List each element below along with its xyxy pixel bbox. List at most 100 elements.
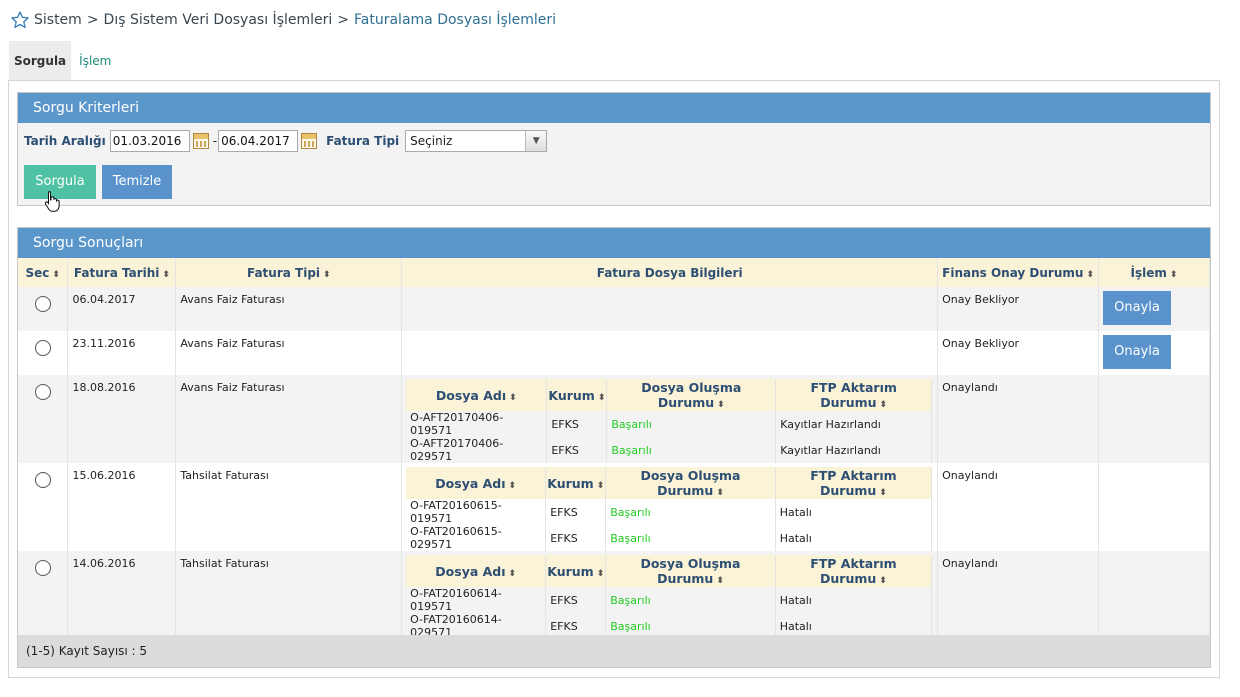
row-select-radio[interactable] xyxy=(34,384,51,400)
date-separator: - xyxy=(212,134,218,148)
file-row: O-AFT20170406-029571 EFKS Başarılı Kayıt… xyxy=(406,437,933,463)
file-row: O-FAT20160614-019571 EFKS Başarılı Hatal… xyxy=(406,587,933,613)
breadcrumb-separator: > xyxy=(86,12,99,28)
file-name: O-FAT20160614-019571 xyxy=(406,587,547,613)
sort-icon: ⬍ xyxy=(52,269,60,280)
sub-header-ftp[interactable]: FTP Aktarım Durumu ⬍ xyxy=(775,555,933,587)
col-header-dosya-bilgileri: Fatura Dosya Bilgileri xyxy=(401,258,939,287)
sort-icon: ⬍ xyxy=(879,488,887,498)
sub-header-olusma[interactable]: Dosya Oluşma Durumu ⬍ xyxy=(605,467,776,499)
file-ftp-status: Kayıtlar Hazırlandı xyxy=(775,411,933,437)
approval-status: Onaylandı xyxy=(937,551,1099,639)
star-icon[interactable] xyxy=(10,10,30,30)
sub-header-olusma[interactable]: Dosya Oluşma Durumu ⬍ xyxy=(606,379,777,411)
invoice-type: Tahsilat Faturası xyxy=(175,551,403,639)
invoice-type: Avans Faiz Faturası xyxy=(175,287,403,331)
sort-icon: ⬍ xyxy=(162,269,170,280)
sort-icon: ⬍ xyxy=(1086,269,1094,280)
invoice-type-label: Fatura Tipi xyxy=(326,134,400,148)
table-row: 14.06.2016 Tahsilat Faturası Dosya Adı ⬍ … xyxy=(18,551,1210,639)
file-create-status: Başarılı xyxy=(605,525,776,551)
action-cell xyxy=(1098,463,1210,551)
sort-icon: ⬍ xyxy=(596,480,605,491)
row-select-radio[interactable] xyxy=(34,560,51,576)
row-select-radio[interactable] xyxy=(34,296,51,312)
col-header-finans-onay[interactable]: Finans Onay Durumu ⬍ xyxy=(937,258,1099,287)
results-table: Sec ⬍ Fatura Tarihi ⬍ Fatura Tipi ⬍ Fatura … xyxy=(18,258,1210,639)
sub-header-kurum[interactable]: Kurum ⬍ xyxy=(545,467,607,499)
file-name: O-AFT20170406-019571 xyxy=(406,411,548,437)
approve-button[interactable]: Onayla xyxy=(1103,335,1171,369)
sub-header-dosya-adi[interactable]: Dosya Adı ⬍ xyxy=(406,555,547,587)
date-from-input[interactable]: 01.03.2016 xyxy=(109,130,190,152)
sub-header-ftp[interactable]: FTP Aktarım Durumu ⬍ xyxy=(775,379,933,411)
breadcrumb-item-dis-sistem[interactable]: Dış Sistem Veri Dosyası İşlemleri xyxy=(104,12,333,28)
file-ftp-status: Kayıtlar Hazırlandı xyxy=(775,437,933,463)
breadcrumb: Sistem > Dış Sistem Veri Dosyası İşlemle… xyxy=(10,10,556,30)
results-header-row: Sec ⬍ Fatura Tarihi ⬍ Fatura Tipi ⬍ Fatura … xyxy=(18,258,1210,287)
sub-header-kurum[interactable]: Kurum ⬍ xyxy=(545,555,607,587)
file-ftp-status: Hatalı xyxy=(775,587,933,613)
sub-header-kurum[interactable]: Kurum ⬍ xyxy=(546,379,608,411)
col-header-fatura-tarihi[interactable]: Fatura Tarihi ⬍ xyxy=(67,258,177,287)
col-header-islem[interactable]: İşlem ⬍ xyxy=(1098,258,1210,287)
invoice-date: 23.11.2016 xyxy=(67,331,177,375)
sort-icon: ⬍ xyxy=(717,400,725,410)
breadcrumb-separator: > xyxy=(337,12,350,28)
approval-status: Onay Bekliyor xyxy=(937,331,1099,375)
approval-status: Onaylandı xyxy=(937,375,1099,463)
sub-header-olusma[interactable]: Dosya Oluşma Durumu ⬍ xyxy=(605,555,776,587)
hand-cursor-icon xyxy=(44,191,60,212)
sub-header-ftp[interactable]: FTP Aktarım Durumu ⬍ xyxy=(775,467,933,499)
sort-icon: ⬍ xyxy=(509,392,517,403)
file-subtable: Dosya Adı ⬍ Kurum ⬍ Dosya Oluşma Durumu ⬍ F… xyxy=(406,555,933,639)
table-row: 23.11.2016 Avans Faiz Faturası Onay Bekl… xyxy=(18,331,1210,375)
file-ftp-status: Hatalı xyxy=(775,499,933,525)
sort-icon: ⬍ xyxy=(323,269,331,280)
table-row: 15.06.2016 Tahsilat Faturası Dosya Adı ⬍ … xyxy=(18,463,1210,551)
chevron-down-icon[interactable]: ▼ xyxy=(525,131,547,151)
row-select-radio[interactable] xyxy=(34,472,51,488)
clear-button[interactable]: Temizle xyxy=(102,165,172,199)
invoice-date: 18.08.2016 xyxy=(67,375,177,463)
invoice-type: Avans Faiz Faturası xyxy=(175,331,403,375)
invoice-type-select[interactable]: Seçiniz ▼ xyxy=(405,130,548,152)
approval-status: Onaylandı xyxy=(937,463,1099,551)
invoice-type-value: Seçiniz xyxy=(410,134,453,148)
sort-icon: ⬍ xyxy=(597,392,606,403)
file-org: EFKS xyxy=(546,437,608,463)
tab-bar: Sorgula İşlem xyxy=(9,41,116,81)
sort-icon: ⬍ xyxy=(879,400,888,410)
tab-sorgula[interactable]: Sorgula xyxy=(9,41,72,81)
sort-icon: ⬍ xyxy=(508,568,517,579)
calendar-icon[interactable] xyxy=(192,133,209,149)
file-create-status: Başarılı xyxy=(605,587,776,613)
invoice-type: Avans Faiz Faturası xyxy=(175,375,403,463)
file-org: EFKS xyxy=(546,411,608,437)
approve-button[interactable]: Onayla xyxy=(1103,291,1171,325)
tab-islem[interactable]: İşlem xyxy=(71,41,116,81)
file-create-status: Başarılı xyxy=(605,499,776,525)
file-org: EFKS xyxy=(545,499,607,525)
file-org: EFKS xyxy=(545,587,607,613)
col-header-fatura-tipi[interactable]: Fatura Tipi ⬍ xyxy=(175,258,403,287)
sub-header-dosya-adi[interactable]: Dosya Adı ⬍ xyxy=(406,379,548,411)
file-create-status: Başarılı xyxy=(606,411,777,437)
approval-status: Onay Bekliyor xyxy=(937,287,1099,331)
file-info-cell xyxy=(401,331,939,375)
row-select-radio[interactable] xyxy=(34,340,51,356)
invoice-date: 14.06.2016 xyxy=(67,551,177,639)
file-info-cell xyxy=(401,287,939,331)
breadcrumb-item-sistem[interactable]: Sistem xyxy=(34,12,82,28)
date-to-input[interactable]: 06.04.2017 xyxy=(218,130,299,152)
col-header-sec[interactable]: Sec ⬍ xyxy=(18,258,69,287)
file-name: O-FAT20160615-019571 xyxy=(406,499,547,525)
sub-header-dosya-adi[interactable]: Dosya Adı ⬍ xyxy=(406,467,547,499)
criteria-title: Sorgu Kriterleri xyxy=(18,93,1210,123)
file-row: O-FAT20160615-019571 EFKS Başarılı Hatal… xyxy=(406,499,933,525)
results-panel: Sorgu Sonuçları Sec ⬍ Fatura Tarihi ⬍ Fatu… xyxy=(17,227,1211,668)
file-org: EFKS xyxy=(545,525,607,551)
calendar-icon[interactable] xyxy=(301,133,318,149)
file-row: O-FAT20160615-029571 EFKS Başarılı Hatal… xyxy=(406,525,933,551)
file-subtable: Dosya Adı ⬍ Kurum ⬍ Dosya Oluşma Durumu ⬍ F… xyxy=(406,467,933,551)
